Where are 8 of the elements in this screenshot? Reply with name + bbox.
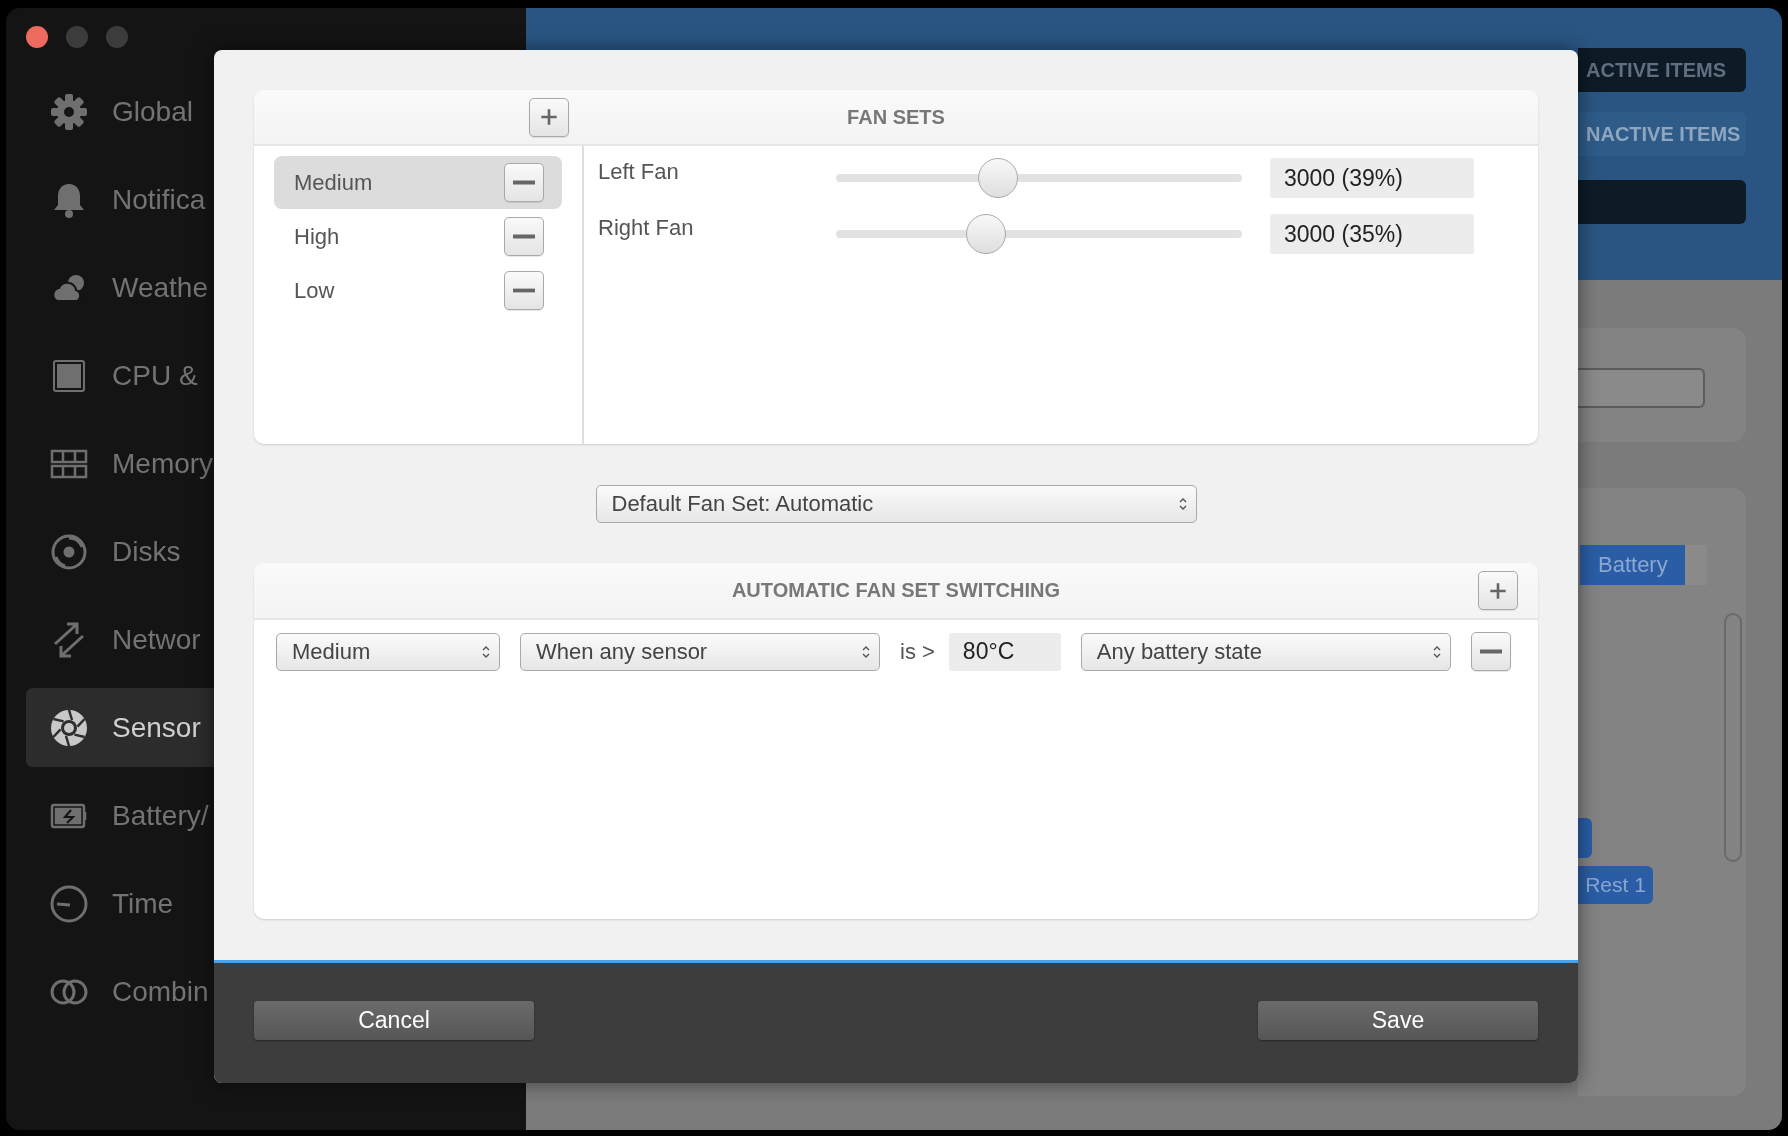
panel-title: FAN SETS bbox=[846, 105, 946, 129]
operator-label: is > bbox=[900, 638, 935, 665]
fan-set-name: High bbox=[294, 223, 340, 250]
fan-label: Right Fan bbox=[598, 215, 695, 241]
fan-set-name: Medium bbox=[294, 169, 373, 196]
fan-label: Left Fan bbox=[598, 159, 680, 185]
fan-set-name: Low bbox=[294, 277, 335, 304]
panel-title: AUTOMATIC FAN SET SWITCHING bbox=[730, 579, 1062, 602]
